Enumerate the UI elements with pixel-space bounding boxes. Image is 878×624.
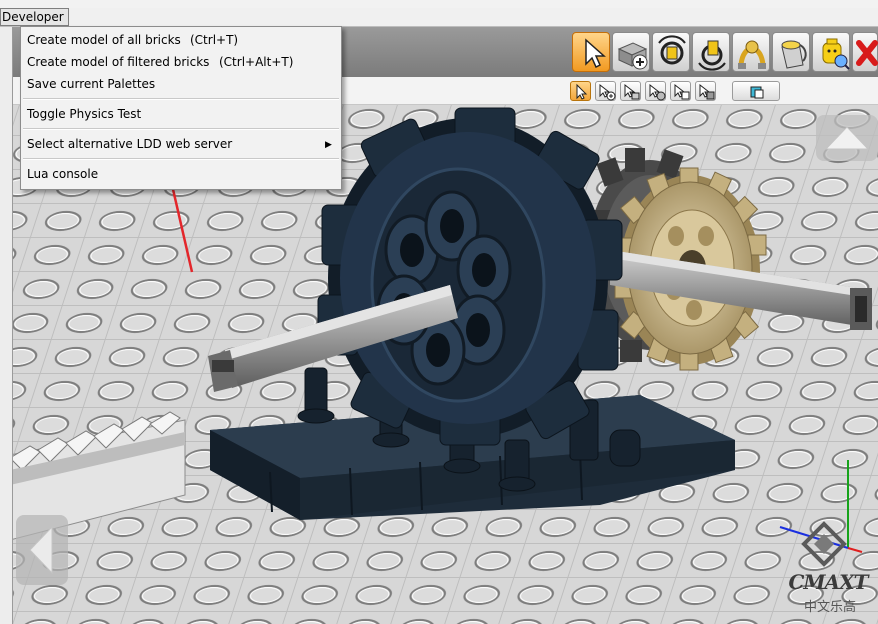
cursor-small-icon xyxy=(576,83,588,100)
left-panel-edge xyxy=(0,27,13,624)
multi-select-button[interactable] xyxy=(595,81,616,101)
invert-select-button[interactable] xyxy=(732,81,780,101)
same-shape-select-button[interactable] xyxy=(670,81,691,101)
menu-item-toggle-physics-test[interactable]: Toggle Physics Test xyxy=(27,104,335,124)
same-color-select-icon xyxy=(649,83,666,101)
same-color-shape-select-button[interactable] xyxy=(695,81,716,101)
hinge-align-tool-button[interactable] xyxy=(692,32,730,72)
hinge-tool-button[interactable] xyxy=(652,32,690,72)
watermark-subtext: 中文乐高 xyxy=(803,600,856,615)
minifig-head-icon xyxy=(822,38,850,70)
connected-select-button[interactable] xyxy=(620,81,641,101)
menu-item-lua-console[interactable]: Lua console xyxy=(27,164,335,184)
menu-item-shortcut: (Ctrl+Alt+T) xyxy=(219,55,294,69)
select-tool-button[interactable] xyxy=(572,32,610,72)
same-color-shape-select-icon xyxy=(699,83,715,100)
developer-dropdown-menu: Create model of all bricks (Ctrl+T) Crea… xyxy=(20,26,342,190)
cursor-icon xyxy=(585,38,606,69)
triangle-up-icon xyxy=(824,126,870,150)
delete-x-icon xyxy=(856,40,878,66)
paint-tool-button[interactable] xyxy=(772,32,810,72)
invert-select-icon xyxy=(750,86,764,99)
menu-item-label: Toggle Physics Test xyxy=(27,107,142,121)
menu-bar: Developer xyxy=(0,8,878,27)
menu-item-save-palettes[interactable]: Save current Palettes xyxy=(27,74,335,94)
menu-item-label: Create model of filtered bricks xyxy=(27,55,210,69)
clone-tool-button[interactable] xyxy=(612,32,650,72)
camera-tilt-up-button[interactable] xyxy=(816,115,878,161)
triangle-left-icon xyxy=(29,525,53,575)
menu-item-create-filtered-bricks[interactable]: Create model of filtered bricks (Ctrl+Al… xyxy=(27,52,335,72)
single-select-button[interactable] xyxy=(570,81,591,101)
menu-item-label: Lua console xyxy=(27,167,99,181)
connected-select-icon xyxy=(624,83,640,100)
decoration-tool-button[interactable] xyxy=(812,32,850,72)
submenu-arrow-icon: ▶ xyxy=(325,140,332,150)
menu-item-label: Select alternative LDD web server xyxy=(27,137,233,151)
menu-item-shortcut: (Ctrl+T) xyxy=(190,33,239,47)
flex-tool-button[interactable] xyxy=(732,32,770,72)
menu-item-label: Save current Palettes xyxy=(27,77,156,91)
clone-brick-icon xyxy=(617,42,648,70)
multi-select-icon xyxy=(599,83,616,101)
menu-item-label: Create model of all bricks xyxy=(27,33,181,47)
same-shape-select-icon xyxy=(674,83,690,100)
menu-separator xyxy=(23,98,339,100)
menu-item-select-web-server[interactable]: Select alternative LDD web server xyxy=(27,134,335,154)
delete-tool-button[interactable] xyxy=(852,32,878,72)
camera-rotate-left-button[interactable] xyxy=(16,515,68,585)
flex-icon xyxy=(738,40,766,69)
watermark-text: CMAXT xyxy=(788,570,869,594)
menu-separator xyxy=(23,158,339,160)
menu-developer[interactable]: Developer xyxy=(0,8,69,26)
menu-separator xyxy=(23,128,339,130)
same-color-select-button[interactable] xyxy=(645,81,666,101)
hinge-align-icon xyxy=(698,40,726,71)
hinge-icon xyxy=(658,35,686,65)
paint-bucket-icon xyxy=(781,40,807,69)
menu-item-create-all-bricks[interactable]: Create model of all bricks (Ctrl+T) xyxy=(27,30,335,50)
